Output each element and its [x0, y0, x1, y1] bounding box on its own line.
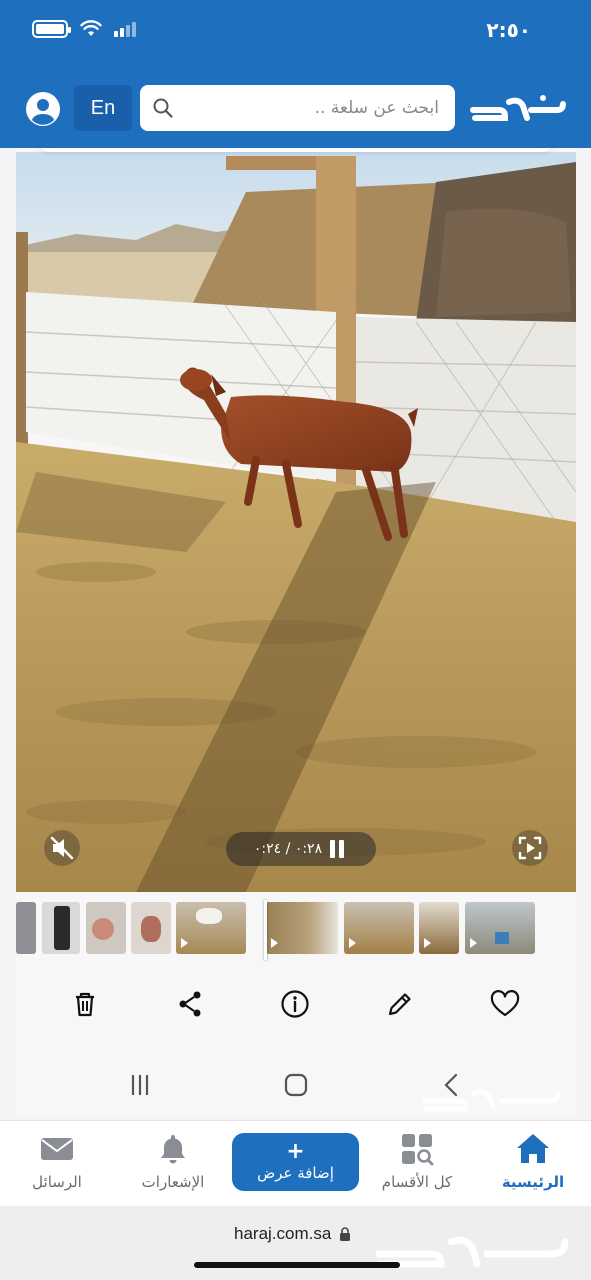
haraj-watermark — [421, 1089, 561, 1112]
listing-media-card: ٠:٢٨ / ٠:٢٤ — [16, 148, 576, 1118]
share-icon[interactable] — [174, 988, 206, 1020]
plus-icon: + — [286, 1139, 305, 1164]
status-bar: ٢:٥٠ — [0, 0, 591, 64]
url-text: haraj.com.sa — [234, 1224, 332, 1243]
add-offer-button[interactable]: + إضافة عرض — [232, 1133, 359, 1191]
video-frame-image — [16, 152, 576, 892]
thumbnail-strip[interactable] — [16, 900, 576, 960]
edit-icon[interactable] — [384, 988, 416, 1020]
home-circle-icon[interactable] — [282, 1071, 310, 1099]
categories-icon — [402, 1134, 434, 1166]
tab-notifications-label: الإشعارات — [141, 1173, 205, 1191]
tab-home-label: الرئيسية — [501, 1173, 565, 1191]
mail-icon — [41, 1138, 73, 1160]
search-icon[interactable] — [152, 97, 174, 119]
add-offer-label: إضافة عرض — [257, 1164, 334, 1182]
battery-icon — [32, 20, 71, 38]
video-controls: ٠:٢٨ / ٠:٢٤ — [16, 808, 576, 892]
playback-time-pill: ٠:٢٨ / ٠:٢٤ — [226, 832, 376, 866]
home-icon — [517, 1134, 549, 1163]
mute-icon[interactable] — [42, 828, 82, 868]
search-box[interactable] — [140, 85, 455, 131]
recent-apps-icon[interactable] — [126, 1071, 154, 1099]
thumbnail[interactable] — [465, 902, 535, 954]
thumbnail[interactable] — [131, 902, 171, 954]
tab-messages-label: الرسائل — [32, 1173, 82, 1191]
tab-messages[interactable]: الرسائل — [2, 1131, 112, 1201]
profile-icon[interactable] — [25, 91, 61, 127]
thumbnail[interactable] — [86, 902, 126, 954]
favorite-heart-icon[interactable] — [489, 988, 521, 1020]
sheet-edge — [38, 148, 554, 152]
status-icons — [32, 20, 136, 38]
app-root: ٢:٥٠ En ابحث عن سلعة .. ٠:٢٨ / ٠:٢٤ الرس… — [0, 0, 591, 1280]
bottom-tab-bar: الرسائل الإشعارات + إضافة عرض كل الأقسام — [0, 1120, 591, 1206]
browser-url-bar: haraj.com.sa — [0, 1206, 591, 1280]
haraj-watermark — [375, 1236, 569, 1268]
thumbnail[interactable] — [419, 902, 459, 954]
bell-icon — [161, 1135, 185, 1164]
thumbnail-scrub-cursor[interactable] — [264, 900, 267, 960]
media-actions — [16, 978, 576, 1030]
thumbnail[interactable] — [344, 902, 414, 954]
tab-home[interactable]: الرئيسية — [478, 1131, 588, 1201]
wifi-icon — [80, 20, 102, 36]
language-toggle-button[interactable]: En — [74, 85, 132, 131]
tab-all-categories-label: كل الأقسام — [381, 1173, 453, 1191]
playback-time: ٠:٢٨ / ٠:٢٤ — [253, 841, 323, 857]
lock-icon — [340, 1227, 351, 1241]
haraj-logo[interactable] — [469, 88, 569, 128]
fullscreen-icon[interactable] — [510, 828, 550, 868]
video-player[interactable] — [16, 152, 576, 892]
tab-all-categories[interactable]: كل الأقسام — [362, 1131, 472, 1201]
app-header: En — [0, 64, 591, 148]
address-display[interactable]: haraj.com.sa — [234, 1224, 351, 1244]
thumbnail[interactable] — [16, 902, 36, 954]
cellular-signal-icon — [114, 21, 136, 37]
home-indicator[interactable] — [194, 1262, 400, 1268]
delete-icon[interactable] — [69, 988, 101, 1020]
pause-icon[interactable] — [330, 840, 348, 858]
info-icon[interactable] — [279, 988, 311, 1020]
search-input[interactable] — [174, 98, 439, 118]
tab-notifications[interactable]: الإشعارات — [118, 1131, 228, 1201]
thumbnail[interactable] — [42, 902, 80, 954]
thumbnail[interactable] — [266, 902, 338, 954]
thumbnail[interactable] — [176, 902, 246, 954]
status-time: ٢:٥٠ — [486, 18, 531, 42]
